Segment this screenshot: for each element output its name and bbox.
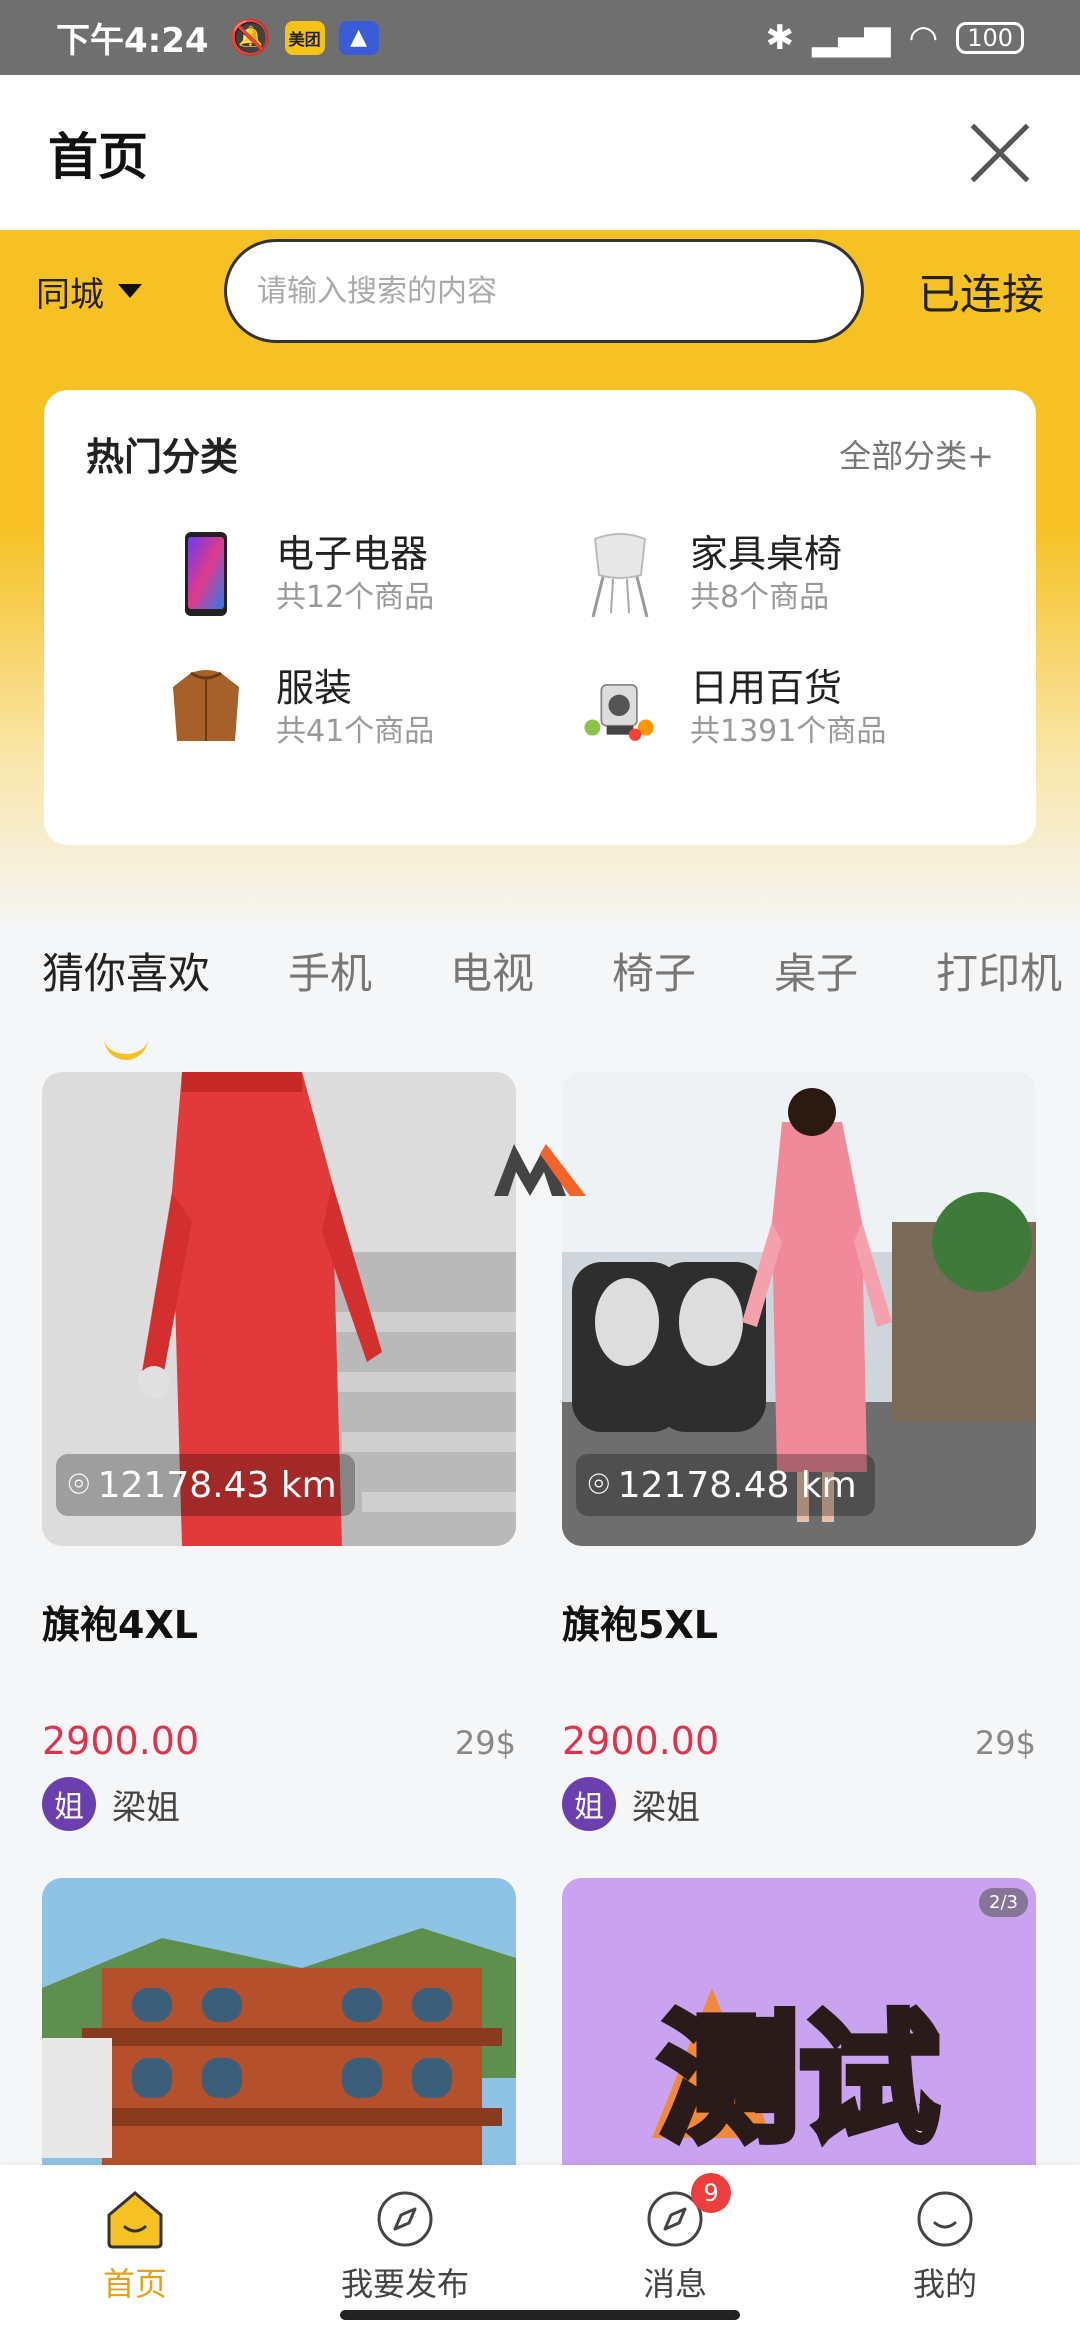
page-title: 首页: [48, 127, 148, 186]
category-name: 电子电器: [276, 532, 429, 576]
active-tab-indicator: [104, 1038, 148, 1060]
categories-header: 热门分类 全部分类+: [86, 426, 994, 481]
category-count: 共8个商品: [690, 580, 830, 615]
chair-icon: [580, 529, 660, 619]
tab-printers[interactable]: 打印机: [936, 940, 1062, 1030]
category-tabs: 猜你喜欢 手机 电视 椅子 桌子 打印机: [42, 940, 1080, 1060]
category-count: 共12个商品: [276, 580, 435, 615]
avatar: 姐: [562, 1777, 616, 1831]
nav-label: 首页: [102, 2265, 167, 2303]
product-usd-price: 29$: [974, 1724, 1036, 1762]
tab-label: 猜你喜欢: [42, 949, 211, 998]
product-usd-price: 29$: [454, 1724, 516, 1762]
seller-info[interactable]: 姐 梁姐: [42, 1777, 516, 1831]
bluetooth-icon: ✱: [765, 17, 795, 58]
status-right: ✱ ▂▄▆ ◠ 100: [766, 18, 1024, 58]
connection-status: 已连接: [917, 269, 1044, 319]
location-pin-icon: ⌾: [588, 1464, 610, 1505]
watermark-logo: [490, 1138, 590, 1204]
tab-tv[interactable]: 电视: [450, 940, 534, 1030]
seller-name: 梁姐: [632, 1787, 700, 1828]
search-row: 同城 已连接: [0, 232, 1080, 350]
nav-label: 我的: [912, 2265, 977, 2303]
status-time: 下午4:24: [56, 21, 209, 61]
category-furniture[interactable]: 家具桌椅 共8个商品: [580, 529, 994, 619]
price-row: 2900.00 29$: [42, 1719, 516, 1763]
avatar: 姐: [42, 1777, 96, 1831]
phone-icon: [166, 529, 246, 619]
product-price: 2900.00: [562, 1719, 720, 1763]
nav-label: 我要发布: [340, 2265, 469, 2303]
product-image[interactable]: ⌾ 12178.43 km: [42, 1072, 516, 1546]
battery-indicator: 100: [956, 21, 1024, 54]
product-name: 旗袍4XL: [42, 1603, 198, 1647]
categories-grid: 电子电器 共12个商品 家具桌椅 共8个商品 服装 共41个商品 日用百货 共1…: [86, 529, 994, 753]
app-header: 首页: [0, 75, 1080, 230]
category-count: 共41个商品: [276, 714, 435, 749]
distance-text: 12178.43 km: [97, 1464, 337, 1506]
tab-guess-you-like[interactable]: 猜你喜欢: [42, 940, 211, 1060]
app-notification-icon: ▲: [338, 20, 379, 55]
category-count: 共1391个商品: [690, 714, 887, 749]
search-input[interactable]: [257, 273, 831, 309]
city-selector[interactable]: 同城: [36, 267, 216, 316]
home-icon: [107, 2191, 163, 2249]
product-card[interactable]: ⌾ 12178.43 km 旗袍4XL 2900.00 29$ 姐 梁姐: [42, 1072, 516, 1831]
category-name: 服装: [276, 666, 353, 710]
mute-icon: 🔕: [229, 17, 272, 58]
wifi-icon: ◠: [908, 17, 939, 58]
price-row: 2900.00 29$: [562, 1719, 1036, 1763]
appliance-icon: [580, 663, 660, 753]
product-image[interactable]: ⌾ 12178.48 km: [562, 1072, 1036, 1546]
category-clothing[interactable]: 服装 共41个商品: [166, 663, 580, 753]
category-name: 家具桌椅: [690, 532, 843, 576]
categories-title: 热门分类: [86, 435, 239, 479]
distance-text: 12178.48 km: [617, 1464, 857, 1506]
seller-info[interactable]: 姐 梁姐: [562, 1777, 1036, 1831]
meituan-app-icon: 美团: [284, 20, 325, 55]
message-count-badge: 9: [691, 2173, 732, 2213]
status-bar: 下午4:24 🔕 美团 ▲ ✱ ▂▄▆ ◠ 100: [0, 0, 1080, 75]
category-daily-goods[interactable]: 日用百货 共1391个商品: [580, 663, 994, 753]
category-name: 日用百货: [690, 666, 843, 710]
search-box[interactable]: [224, 239, 864, 343]
close-button[interactable]: [968, 121, 1032, 185]
jacket-icon: [166, 663, 246, 753]
distance-badge: ⌾ 12178.43 km: [56, 1454, 355, 1516]
all-categories-link[interactable]: 全部分类+: [839, 431, 994, 477]
caret-down-icon: [118, 284, 142, 298]
category-electronics[interactable]: 电子电器 共12个商品: [166, 529, 580, 619]
city-label: 同城: [36, 274, 104, 315]
screen: 下午4:24 🔕 美团 ▲ ✱ ▂▄▆ ◠ 100 首页 同城 已连接 热门分类…: [0, 0, 1080, 2340]
compass-icon: [377, 2191, 433, 2247]
product-card[interactable]: ⌾ 12178.48 km 旗袍5XL 2900.00 29$ 姐 梁姐: [562, 1072, 1036, 1831]
seller-name: 梁姐: [112, 1787, 180, 1828]
distance-badge: ⌾ 12178.48 km: [576, 1454, 875, 1516]
tab-tables[interactable]: 桌子: [774, 940, 858, 1030]
home-indicator[interactable]: [340, 2310, 740, 2320]
product-price: 2900.00: [42, 1719, 200, 1763]
location-pin-icon: ⌾: [68, 1464, 90, 1505]
tab-chairs[interactable]: 椅子: [612, 940, 696, 1030]
tab-phones[interactable]: 手机: [288, 940, 372, 1030]
hot-categories-card: 热门分类 全部分类+ 电子电器 共12个商品 家具桌椅 共8个商品 服装 共41…: [44, 390, 1036, 845]
test-text: 测试: [659, 1999, 939, 2162]
tab-mine[interactable]: 我的: [810, 2165, 1080, 2340]
signal-icon: ▂▄▆: [812, 17, 891, 58]
nav-label: 消息: [642, 2265, 707, 2303]
product-name: 旗袍5XL: [562, 1603, 718, 1647]
tab-home[interactable]: 首页: [0, 2165, 270, 2340]
image-page-indicator: 2/3: [979, 1888, 1028, 1917]
smile-icon: [917, 2191, 973, 2247]
